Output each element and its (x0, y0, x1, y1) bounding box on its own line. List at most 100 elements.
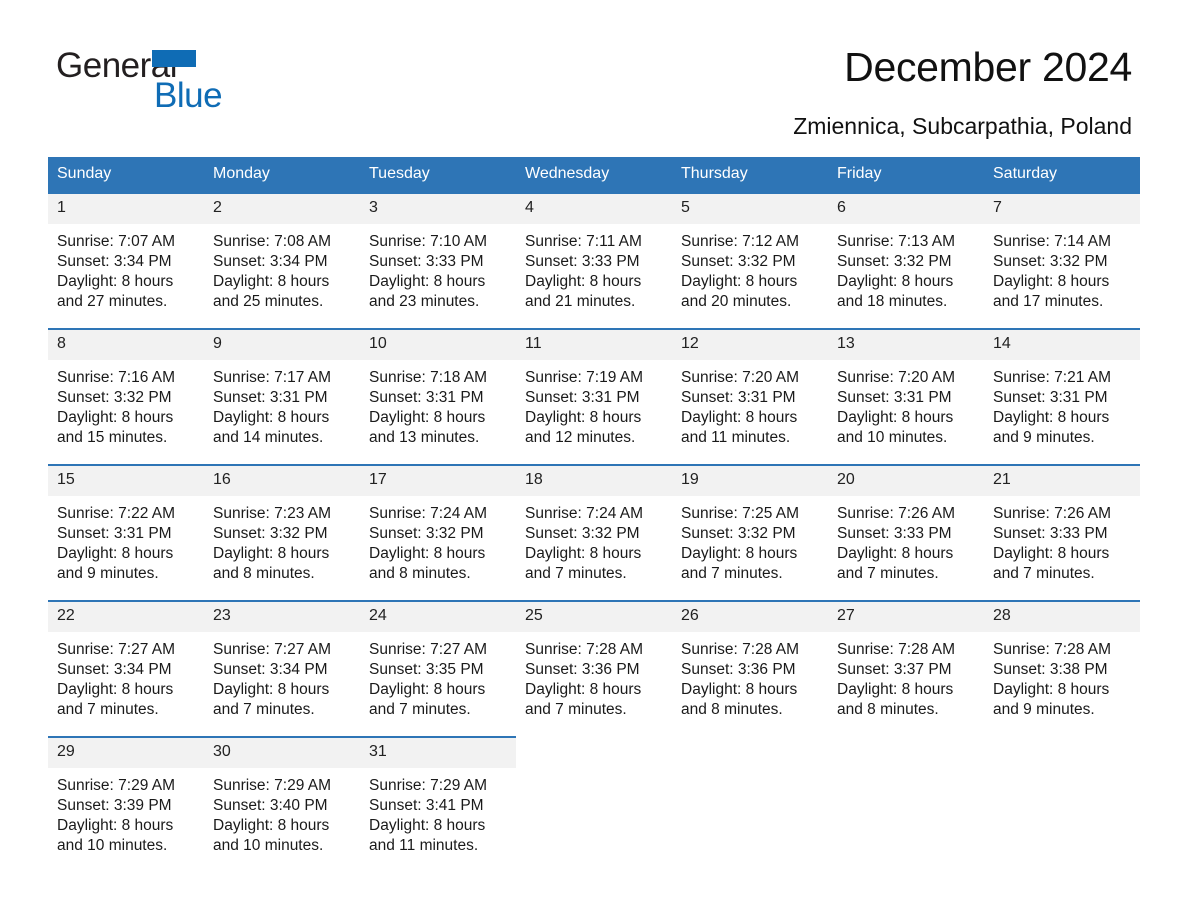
day-details: Sunrise: 7:28 AM Sunset: 3:38 PM Dayligh… (984, 632, 1140, 720)
calendar-day-cell[interactable]: 1 Sunrise: 7:07 AM Sunset: 3:34 PM Dayli… (48, 192, 204, 329)
sunrise-text: Sunrise: 7:12 AM (681, 233, 800, 250)
daylight-text-line2: and 8 minutes. (213, 565, 315, 582)
daylight-text-line1: Daylight: 8 hours (369, 817, 486, 834)
sunrise-text: Sunrise: 7:20 AM (681, 369, 800, 386)
day-number-empty (828, 738, 984, 768)
daylight-text-line1: Daylight: 8 hours (57, 545, 174, 562)
calendar-day-cell[interactable]: 24 Sunrise: 7:27 AM Sunset: 3:35 PM Dayl… (360, 600, 516, 737)
day-number: 29 (48, 738, 204, 768)
daylight-text-line2: and 23 minutes. (369, 293, 480, 310)
sunrise-text: Sunrise: 7:11 AM (525, 233, 642, 250)
calendar-week-row: 1 Sunrise: 7:07 AM Sunset: 3:34 PM Dayli… (48, 192, 1140, 329)
daylight-text-line2: and 9 minutes. (993, 429, 1095, 446)
calendar-day-cell[interactable]: 28 Sunrise: 7:28 AM Sunset: 3:38 PM Dayl… (984, 600, 1140, 737)
sunset-text: Sunset: 3:33 PM (993, 525, 1108, 542)
sunrise-text: Sunrise: 7:25 AM (681, 505, 800, 522)
daylight-text-line1: Daylight: 8 hours (213, 409, 330, 426)
daylight-text-line2: and 7 minutes. (525, 565, 627, 582)
daylight-text-line1: Daylight: 8 hours (525, 545, 642, 562)
calendar-day-cell[interactable]: 21 Sunrise: 7:26 AM Sunset: 3:33 PM Dayl… (984, 464, 1140, 601)
sunset-text: Sunset: 3:36 PM (525, 661, 640, 678)
sunrise-text: Sunrise: 7:28 AM (681, 641, 800, 658)
day-number: 2 (204, 194, 360, 224)
calendar-day-cell[interactable]: 18 Sunrise: 7:24 AM Sunset: 3:32 PM Dayl… (516, 464, 672, 601)
calendar-day-cell[interactable]: 12 Sunrise: 7:20 AM Sunset: 3:31 PM Dayl… (672, 328, 828, 465)
calendar-table: Sunday Monday Tuesday Wednesday Thursday… (48, 157, 1140, 858)
sunset-text: Sunset: 3:32 PM (213, 525, 328, 542)
sunrise-text: Sunrise: 7:28 AM (525, 641, 644, 658)
daylight-text-line2: and 8 minutes. (681, 701, 783, 718)
calendar-day-cell[interactable]: 9 Sunrise: 7:17 AM Sunset: 3:31 PM Dayli… (204, 328, 360, 465)
day-details: Sunrise: 7:17 AM Sunset: 3:31 PM Dayligh… (204, 360, 360, 448)
sunset-text: Sunset: 3:31 PM (57, 525, 172, 542)
daylight-text-line2: and 10 minutes. (837, 429, 948, 446)
sunrise-text: Sunrise: 7:19 AM (525, 369, 644, 386)
sunrise-text: Sunrise: 7:24 AM (525, 505, 644, 522)
daylight-text-line2: and 7 minutes. (57, 701, 159, 718)
day-number: 15 (48, 466, 204, 496)
daylight-text-line1: Daylight: 8 hours (57, 409, 174, 426)
calendar-empty-cell (672, 736, 828, 858)
daylight-text-line2: and 17 minutes. (993, 293, 1104, 310)
day-number: 14 (984, 330, 1140, 360)
daylight-text-line1: Daylight: 8 hours (837, 273, 954, 290)
sunset-text: Sunset: 3:32 PM (837, 253, 952, 270)
calendar-day-cell[interactable]: 4 Sunrise: 7:11 AM Sunset: 3:33 PM Dayli… (516, 192, 672, 329)
calendar-day-cell[interactable]: 7 Sunrise: 7:14 AM Sunset: 3:32 PM Dayli… (984, 192, 1140, 329)
sunrise-text: Sunrise: 7:28 AM (993, 641, 1112, 658)
sunrise-text: Sunrise: 7:26 AM (993, 505, 1112, 522)
calendar-day-cell[interactable]: 10 Sunrise: 7:18 AM Sunset: 3:31 PM Dayl… (360, 328, 516, 465)
calendar-week-row: 15 Sunrise: 7:22 AM Sunset: 3:31 PM Dayl… (48, 464, 1140, 601)
daylight-text-line2: and 11 minutes. (681, 429, 791, 446)
sunset-text: Sunset: 3:33 PM (837, 525, 952, 542)
calendar-day-cell[interactable]: 2 Sunrise: 7:08 AM Sunset: 3:34 PM Dayli… (204, 192, 360, 329)
calendar-header-row: Sunday Monday Tuesday Wednesday Thursday… (48, 157, 1140, 193)
sunrise-text: Sunrise: 7:26 AM (837, 505, 956, 522)
calendar-body: 1 Sunrise: 7:07 AM Sunset: 3:34 PM Dayli… (48, 192, 1140, 858)
calendar-day-cell[interactable]: 23 Sunrise: 7:27 AM Sunset: 3:34 PM Dayl… (204, 600, 360, 737)
calendar-day-cell[interactable]: 31 Sunrise: 7:29 AM Sunset: 3:41 PM Dayl… (360, 736, 516, 858)
calendar-day-cell[interactable]: 27 Sunrise: 7:28 AM Sunset: 3:37 PM Dayl… (828, 600, 984, 737)
day-number: 17 (360, 466, 516, 496)
calendar-day-cell[interactable]: 6 Sunrise: 7:13 AM Sunset: 3:32 PM Dayli… (828, 192, 984, 329)
general-blue-logo[interactable]: General Blue (56, 48, 316, 118)
daylight-text-line1: Daylight: 8 hours (57, 817, 174, 834)
day-number: 9 (204, 330, 360, 360)
calendar-day-cell[interactable]: 11 Sunrise: 7:19 AM Sunset: 3:31 PM Dayl… (516, 328, 672, 465)
calendar-day-cell[interactable]: 29 Sunrise: 7:29 AM Sunset: 3:39 PM Dayl… (48, 736, 204, 858)
sunrise-text: Sunrise: 7:24 AM (369, 505, 488, 522)
day-number: 18 (516, 466, 672, 496)
sunset-text: Sunset: 3:31 PM (681, 389, 796, 406)
day-details: Sunrise: 7:21 AM Sunset: 3:31 PM Dayligh… (984, 360, 1140, 448)
day-number-empty (984, 738, 1140, 768)
calendar-day-cell[interactable]: 30 Sunrise: 7:29 AM Sunset: 3:40 PM Dayl… (204, 736, 360, 858)
calendar-day-cell[interactable]: 15 Sunrise: 7:22 AM Sunset: 3:31 PM Dayl… (48, 464, 204, 601)
sunset-text: Sunset: 3:32 PM (681, 253, 796, 270)
day-details: Sunrise: 7:18 AM Sunset: 3:31 PM Dayligh… (360, 360, 516, 448)
weekday-header-wednesday: Wednesday (516, 157, 672, 193)
daylight-text-line2: and 9 minutes. (993, 701, 1095, 718)
calendar-day-cell[interactable]: 13 Sunrise: 7:20 AM Sunset: 3:31 PM Dayl… (828, 328, 984, 465)
calendar-day-cell[interactable]: 25 Sunrise: 7:28 AM Sunset: 3:36 PM Dayl… (516, 600, 672, 737)
calendar-day-cell[interactable]: 3 Sunrise: 7:10 AM Sunset: 3:33 PM Dayli… (360, 192, 516, 329)
day-number: 28 (984, 602, 1140, 632)
calendar-day-cell[interactable]: 20 Sunrise: 7:26 AM Sunset: 3:33 PM Dayl… (828, 464, 984, 601)
sunrise-text: Sunrise: 7:27 AM (57, 641, 176, 658)
calendar-day-cell[interactable]: 22 Sunrise: 7:27 AM Sunset: 3:34 PM Dayl… (48, 600, 204, 737)
calendar-day-cell[interactable]: 5 Sunrise: 7:12 AM Sunset: 3:32 PM Dayli… (672, 192, 828, 329)
calendar-day-cell[interactable]: 17 Sunrise: 7:24 AM Sunset: 3:32 PM Dayl… (360, 464, 516, 601)
calendar-day-cell[interactable]: 14 Sunrise: 7:21 AM Sunset: 3:31 PM Dayl… (984, 328, 1140, 465)
daylight-text-line2: and 25 minutes. (213, 293, 324, 310)
calendar-day-cell[interactable]: 16 Sunrise: 7:23 AM Sunset: 3:32 PM Dayl… (204, 464, 360, 601)
sunset-text: Sunset: 3:41 PM (369, 797, 484, 814)
calendar-day-cell[interactable]: 8 Sunrise: 7:16 AM Sunset: 3:32 PM Dayli… (48, 328, 204, 465)
day-details: Sunrise: 7:25 AM Sunset: 3:32 PM Dayligh… (672, 496, 828, 584)
calendar-empty-cell (984, 736, 1140, 858)
sunset-text: Sunset: 3:34 PM (57, 661, 172, 678)
day-details: Sunrise: 7:27 AM Sunset: 3:34 PM Dayligh… (48, 632, 204, 720)
day-number: 25 (516, 602, 672, 632)
calendar-day-cell[interactable]: 26 Sunrise: 7:28 AM Sunset: 3:36 PM Dayl… (672, 600, 828, 737)
calendar-day-cell[interactable]: 19 Sunrise: 7:25 AM Sunset: 3:32 PM Dayl… (672, 464, 828, 601)
day-details: Sunrise: 7:10 AM Sunset: 3:33 PM Dayligh… (360, 224, 516, 312)
calendar-container: Sunday Monday Tuesday Wednesday Thursday… (48, 157, 1140, 858)
